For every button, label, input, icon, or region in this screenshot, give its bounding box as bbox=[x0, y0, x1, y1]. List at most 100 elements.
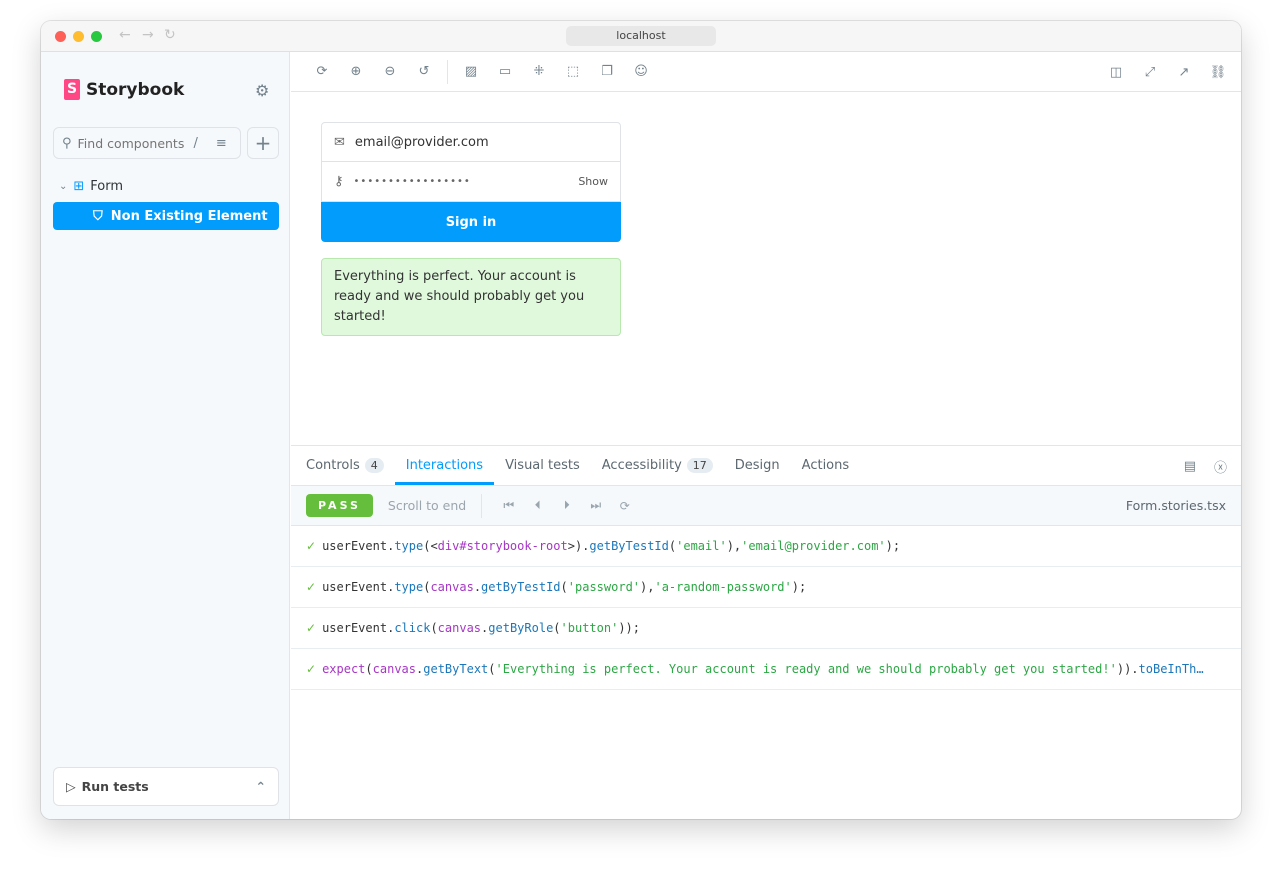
search-icon: ⚲ bbox=[62, 135, 72, 151]
code-token: getByTestId bbox=[589, 539, 669, 553]
code-token: toBeInTh… bbox=[1138, 662, 1204, 676]
code-token: ); bbox=[885, 539, 901, 553]
search-field[interactable]: ⚲ / ≡ bbox=[53, 127, 241, 159]
code-token: ( bbox=[488, 662, 496, 676]
code-token: . bbox=[416, 662, 424, 676]
gear-icon[interactable]: ⚙ bbox=[255, 81, 269, 100]
sidebar: S Storybook ⚙ ⚲ / ≡ + ⌄ ⊞ Form ⛉ Non Exis… bbox=[41, 52, 290, 819]
interaction-step[interactable]: ✓ expect(canvas. getByText('Everything is … bbox=[291, 649, 1241, 690]
code-token: 'email' bbox=[676, 539, 727, 553]
go-to-start-icon[interactable]: ⏮ bbox=[494, 498, 523, 513]
background-icon[interactable]: ▨ bbox=[454, 64, 488, 79]
interactions-toolbar: PASS Scroll to end ⏮ ⏴ ⏵ ⏭ ⟳ Form.storie… bbox=[291, 486, 1241, 526]
viewport-icon[interactable]: ▭ bbox=[488, 64, 522, 79]
open-new-tab-icon[interactable]: ↗ bbox=[1167, 65, 1201, 80]
chevron-down-icon: ⌄ bbox=[59, 181, 68, 192]
tab-controls[interactable]: Controls 4 bbox=[295, 446, 395, 485]
maximize-window-button[interactable] bbox=[91, 31, 102, 42]
count-badge: 17 bbox=[686, 458, 713, 473]
code-token: div#storybook-root bbox=[437, 539, 568, 553]
key-icon: ⚷ bbox=[334, 174, 344, 189]
zoom-reset-icon[interactable]: ↺ bbox=[407, 64, 441, 79]
password-field[interactable]: ⚷ ••••••••••••••••• Show bbox=[321, 162, 621, 202]
chevron-up-icon[interactable]: ⌃ bbox=[256, 779, 266, 794]
tab-interactions[interactable]: Interactions bbox=[394, 446, 495, 485]
code-token: ), bbox=[726, 539, 742, 553]
rerun-icon[interactable]: ⟳ bbox=[610, 499, 639, 513]
tab-visual-tests[interactable]: Visual tests bbox=[494, 446, 591, 485]
accessibility-icon[interactable]: ☺ bbox=[624, 64, 658, 79]
step-forward-icon[interactable]: ⏵ bbox=[552, 498, 581, 513]
code-token: type bbox=[394, 580, 424, 594]
play-icon: ▷ bbox=[66, 779, 76, 794]
reload-icon[interactable]: ↻ bbox=[164, 27, 176, 43]
run-tests-button[interactable]: ▷ Run tests ⌃ bbox=[53, 767, 279, 806]
code-token: userEvent. bbox=[322, 621, 395, 635]
address-bar[interactable]: localhost bbox=[566, 26, 716, 46]
code-token: )). bbox=[1116, 662, 1139, 676]
tab-accessibility[interactable]: Accessibility 17 bbox=[591, 446, 724, 485]
outline-icon[interactable]: ⬚ bbox=[556, 64, 590, 79]
forward-icon[interactable]: → bbox=[142, 27, 154, 43]
tree-item-non-existing-element[interactable]: ⛉ Non Existing Element bbox=[53, 202, 279, 230]
code-token: ( bbox=[423, 580, 431, 594]
search-input[interactable] bbox=[77, 135, 188, 151]
mail-icon: ✉ bbox=[334, 134, 345, 150]
back-icon[interactable]: ← bbox=[119, 27, 131, 43]
grid-icon[interactable]: ⁜ bbox=[522, 64, 556, 79]
email-value: email@provider.com bbox=[354, 134, 489, 150]
copy-link-icon[interactable]: ⛓ bbox=[1201, 65, 1235, 80]
minimize-window-button[interactable] bbox=[73, 31, 84, 42]
code-token: ( bbox=[430, 621, 438, 635]
sign-in-button[interactable]: Sign in bbox=[321, 202, 621, 242]
tree-item-form[interactable]: ⌄ ⊞ Form bbox=[59, 179, 123, 194]
code-token: userEvent. bbox=[322, 539, 395, 553]
sign-in-form: ✉ email@provider.com ⚷ •••••••••••••••••… bbox=[321, 122, 621, 336]
go-to-end-icon[interactable]: ⏭ bbox=[581, 498, 610, 513]
remount-icon[interactable]: ⟳ bbox=[305, 64, 339, 79]
zoom-out-icon[interactable]: ⊖ bbox=[373, 64, 407, 79]
tab-actions[interactable]: Actions bbox=[791, 446, 861, 485]
run-tests-label: Run tests bbox=[81, 779, 149, 794]
code-token: ), bbox=[640, 580, 655, 594]
code-token: >). bbox=[567, 539, 590, 553]
check-icon: ✓ bbox=[306, 580, 317, 594]
code-token: 'email@provider.com' bbox=[741, 539, 886, 553]
story-file-link[interactable]: Form.stories.tsx bbox=[1126, 498, 1226, 513]
measure-icon[interactable]: ❐ bbox=[590, 64, 624, 79]
interaction-step[interactable]: ✓ userEvent. type(canvas. getByTestId('pass… bbox=[291, 567, 1241, 608]
story-canvas: ✉ email@provider.com ⚷ •••••••••••••••••… bbox=[291, 92, 1241, 446]
fullscreen-icon[interactable]: ⤢ bbox=[1133, 65, 1167, 80]
zoom-in-icon[interactable]: ⊕ bbox=[339, 64, 373, 79]
storybook-logo[interactable]: S Storybook bbox=[64, 79, 184, 100]
step-back-icon[interactable]: ⏴ bbox=[523, 498, 552, 513]
divider bbox=[447, 59, 448, 84]
code-token: type bbox=[394, 539, 424, 553]
interaction-steps: ✓ userEvent. type (< div#storybook-root >). ge… bbox=[291, 526, 1241, 690]
scroll-to-end-button[interactable]: Scroll to end bbox=[388, 498, 466, 513]
tab-label: Accessibility bbox=[601, 458, 682, 473]
close-panel-icon[interactable]: ⓧ bbox=[1214, 457, 1227, 476]
bookmark-icon: ⛉ bbox=[93, 208, 103, 224]
check-icon: ✓ bbox=[306, 662, 317, 676]
interaction-step[interactable]: ✓ userEvent. click(canvas. getByRole('butto… bbox=[291, 608, 1241, 649]
divider bbox=[481, 493, 483, 518]
title-bar: ← → ↻ localhost bbox=[41, 21, 1241, 52]
addon-tabs: Controls 4 Interactions Visual tests Accessi… bbox=[291, 446, 1241, 486]
tab-design[interactable]: Design bbox=[724, 446, 791, 485]
browser-window: ← → ↻ localhost S Storybook ⚙ ⚲ / ≡ + ⌄ ⊞… bbox=[41, 21, 1241, 819]
show-password-button[interactable]: Show bbox=[578, 175, 608, 188]
sidebar-toggle-icon[interactable]: ◫ bbox=[1099, 65, 1133, 80]
add-button[interactable]: + bbox=[247, 127, 279, 159]
interaction-step[interactable]: ✓ userEvent. type (< div#storybook-root >). ge… bbox=[291, 526, 1241, 567]
tab-label: Design bbox=[734, 458, 780, 473]
filter-icon[interactable]: ≡ bbox=[216, 136, 227, 151]
code-token: . bbox=[481, 621, 489, 635]
tab-label: Interactions bbox=[405, 458, 484, 473]
close-window-button[interactable] bbox=[55, 31, 66, 42]
main-area: ⟳ ⊕ ⊖ ↺ ▨ ▭ ⁜ ⬚ ❐ ☺ ◫ ⤢ ↗ ⛓ ✉ email@prov… bbox=[291, 52, 1241, 819]
code-token: canvas bbox=[372, 662, 417, 676]
code-token: 'a-random-password' bbox=[654, 580, 792, 594]
panel-position-icon[interactable]: ▤ bbox=[1184, 459, 1196, 474]
email-field[interactable]: ✉ email@provider.com bbox=[321, 122, 621, 162]
